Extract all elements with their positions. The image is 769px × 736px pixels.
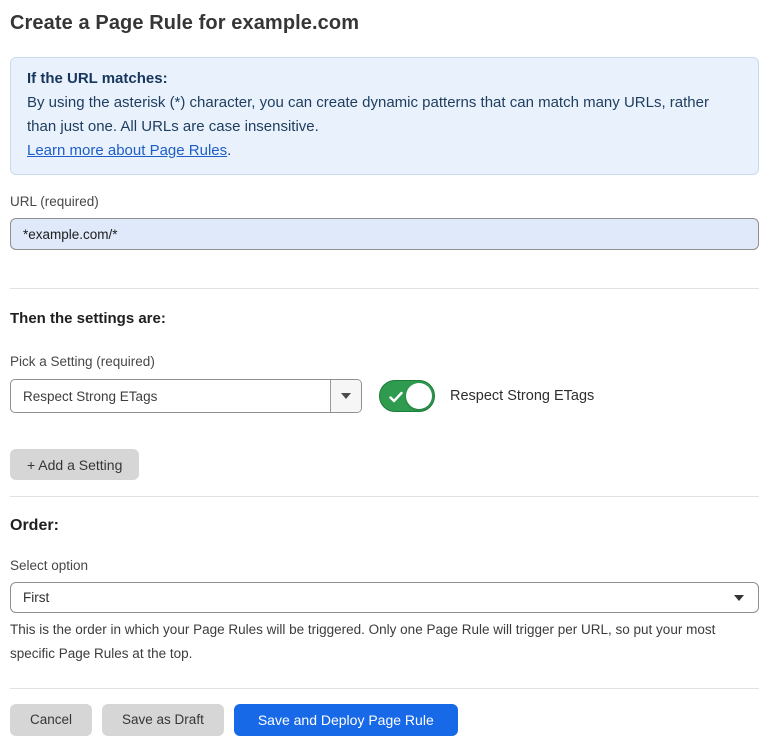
save-draft-button[interactable]: Save as Draft (102, 704, 224, 736)
add-setting-button[interactable]: + Add a Setting (10, 449, 139, 480)
url-input[interactable] (10, 218, 759, 250)
info-box-body: By using the asterisk (*) character, you… (27, 91, 742, 139)
url-match-info-box: If the URL matches: By using the asteris… (10, 57, 759, 175)
order-help-text: This is the order in which your Page Rul… (10, 618, 759, 666)
url-label: URL (required) (10, 194, 759, 210)
section-divider (10, 496, 759, 497)
order-select-value: First (23, 590, 49, 605)
select-option-label: Select option (10, 558, 759, 574)
link-period: . (227, 142, 231, 159)
setting-toggle[interactable] (379, 380, 435, 412)
learn-more-link[interactable]: Learn more about Page Rules (27, 142, 227, 159)
cancel-button[interactable]: Cancel (10, 704, 92, 736)
setting-row: Respect Strong ETags Respect Strong ETag… (10, 379, 759, 413)
check-icon (389, 390, 403, 404)
order-heading: Order: (10, 517, 759, 535)
chevron-down-icon (734, 595, 744, 601)
info-box-link-line: Learn more about Page Rules. (27, 139, 742, 163)
toggle-knob (406, 383, 432, 409)
pick-setting-label: Pick a Setting (required) (10, 354, 759, 370)
page-title: Create a Page Rule for example.com (10, 10, 759, 36)
section-divider (10, 288, 759, 289)
setting-select-arrow-button[interactable] (330, 380, 361, 412)
page-rule-form: Create a Page Rule for example.com If th… (0, 0, 769, 736)
info-box-heading: If the URL matches: (27, 67, 742, 91)
settings-heading: Then the settings are: (10, 310, 759, 328)
setting-select[interactable]: Respect Strong ETags (10, 379, 362, 413)
setting-select-value: Respect Strong ETags (11, 380, 330, 412)
chevron-down-icon (341, 393, 351, 399)
order-select[interactable]: First (10, 582, 759, 613)
footer-actions: Cancel Save as Draft Save and Deploy Pag… (10, 704, 759, 736)
section-divider (10, 688, 759, 689)
save-deploy-button[interactable]: Save and Deploy Page Rule (234, 704, 458, 736)
toggle-label: Respect Strong ETags (450, 388, 594, 404)
